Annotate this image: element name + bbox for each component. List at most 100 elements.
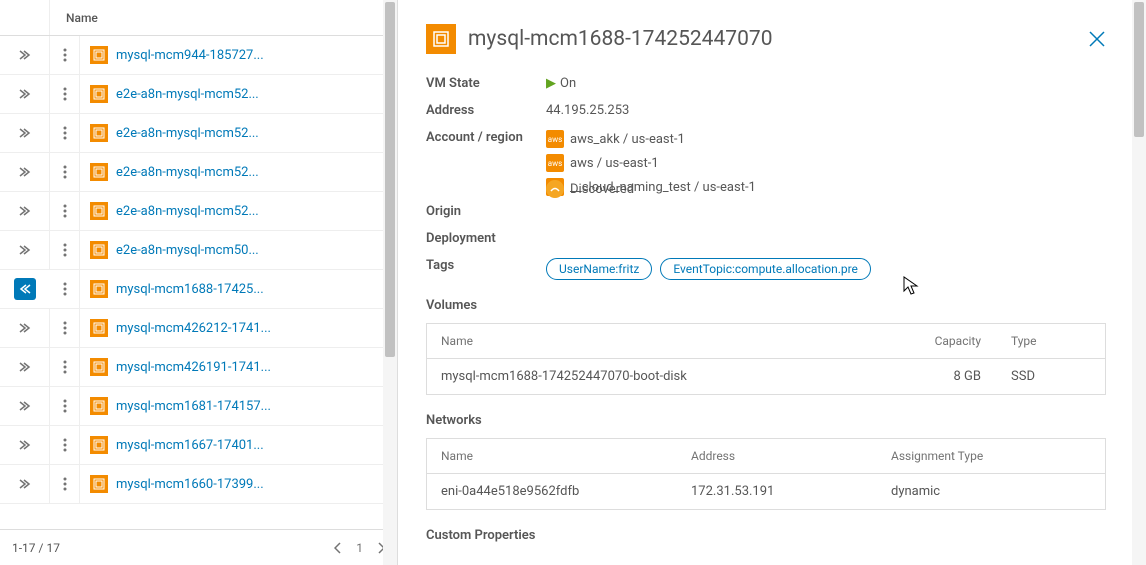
networks-col-name: Name bbox=[441, 449, 691, 463]
table-row[interactable]: e2e-a8n-mysql-mcm50... bbox=[0, 231, 397, 270]
vm-icon bbox=[90, 241, 108, 259]
vm-name-link[interactable]: mysql-mcm944-185727... bbox=[116, 48, 264, 63]
vm-name-link[interactable]: e2e-a8n-mysql-mcm52... bbox=[116, 126, 259, 141]
vm-name-link[interactable]: mysql-mcm1667-17401... bbox=[116, 438, 264, 453]
volumes-table: Name Capacity Type mysql-mcm1688-1742524… bbox=[426, 323, 1106, 395]
actions-menu-icon[interactable] bbox=[50, 231, 80, 269]
origin-value: Discovered bbox=[570, 182, 634, 197]
vm-icon bbox=[426, 24, 456, 54]
tag[interactable]: UserName:fritz bbox=[546, 258, 652, 280]
detail-title: mysql-mcm1688-174252447070 bbox=[468, 27, 773, 51]
vm-icon bbox=[90, 280, 108, 298]
table-row[interactable]: mysql-mcm426212-1741... bbox=[0, 309, 397, 348]
vm-icon bbox=[90, 475, 108, 493]
vm-icon bbox=[90, 358, 108, 376]
table-row[interactable]: e2e-a8n-mysql-mcm52... bbox=[0, 75, 397, 114]
actions-menu-icon[interactable] bbox=[50, 348, 80, 386]
networks-col-address: Address bbox=[691, 449, 891, 463]
vm-name-link[interactable]: mysql-mcm1660-17399... bbox=[116, 477, 264, 492]
vm-state-value: ▶On bbox=[546, 76, 1106, 91]
grid-count: 1-17 / 17 bbox=[12, 541, 60, 555]
pager-page: 1 bbox=[356, 541, 363, 555]
networks-table: Name Address Assignment Type eni-0a44e51… bbox=[426, 438, 1106, 510]
address-value: 44.195.25.253 bbox=[546, 103, 1106, 118]
vm-name-link[interactable]: mysql-mcm426191-1741... bbox=[116, 360, 271, 375]
table-row[interactable]: mysql-mcm1667-17401... bbox=[0, 426, 397, 465]
vm-icon bbox=[90, 124, 108, 142]
table-row[interactable]: mysql-mcm1660-17399... bbox=[0, 465, 397, 504]
expand-icon[interactable] bbox=[0, 153, 50, 191]
aws-icon: aws bbox=[546, 130, 564, 148]
actions-menu-icon[interactable] bbox=[50, 309, 80, 347]
volumes-col-type: Type bbox=[1011, 334, 1091, 348]
actions-menu-icon[interactable] bbox=[50, 387, 80, 425]
deployment-value bbox=[546, 231, 1106, 246]
expand-icon[interactable] bbox=[0, 75, 50, 113]
tags-value: UserName:fritz EventTopic:compute.allocat… bbox=[546, 258, 1106, 280]
left-scrollbar[interactable] bbox=[383, 0, 397, 565]
tags-label: Tags bbox=[426, 258, 546, 280]
actions-menu-icon[interactable] bbox=[50, 465, 80, 503]
tag[interactable]: EventTopic:compute.allocation.pre bbox=[660, 258, 871, 280]
vm-icon bbox=[90, 202, 108, 220]
origin-label: Origin bbox=[426, 204, 546, 219]
collapse-icon[interactable] bbox=[14, 278, 36, 300]
vm-icon bbox=[90, 397, 108, 415]
networks-col-assign: Assignment Type bbox=[891, 449, 1091, 463]
table-row[interactable]: mysql-mcm944-185727... bbox=[0, 36, 397, 75]
volumes-col-capacity: Capacity bbox=[901, 334, 1011, 348]
actions-menu-icon[interactable] bbox=[50, 153, 80, 191]
actions-menu-icon[interactable] bbox=[50, 75, 80, 113]
grid-header: Name bbox=[0, 0, 397, 36]
vm-name-link[interactable]: mysql-mcm1688-17425... bbox=[116, 282, 264, 297]
right-scrollbar[interactable] bbox=[1132, 0, 1146, 565]
actions-menu-icon[interactable] bbox=[50, 114, 80, 152]
vm-icon bbox=[90, 46, 108, 64]
expand-icon[interactable] bbox=[0, 36, 50, 74]
expand-icon[interactable] bbox=[0, 465, 50, 503]
aws-icon: aws bbox=[546, 154, 564, 172]
vm-icon bbox=[90, 85, 108, 103]
custom-properties-title: Custom Properties bbox=[426, 528, 1106, 543]
expand-icon[interactable] bbox=[0, 426, 50, 464]
expand-icon[interactable] bbox=[0, 114, 50, 152]
vm-name-link[interactable]: e2e-a8n-mysql-mcm50... bbox=[116, 243, 259, 258]
vm-name-link[interactable]: e2e-a8n-mysql-mcm52... bbox=[116, 87, 259, 102]
vm-name-link[interactable]: e2e-a8n-mysql-mcm52... bbox=[116, 204, 259, 219]
table-row[interactable]: eni-0a44e518e9562fdfb 172.31.53.191 dyna… bbox=[427, 474, 1105, 509]
column-header-name[interactable]: Name bbox=[50, 11, 98, 25]
vm-icon bbox=[90, 319, 108, 337]
actions-menu-icon[interactable] bbox=[50, 270, 80, 308]
table-row[interactable]: e2e-a8n-mysql-mcm52... bbox=[0, 153, 397, 192]
vm-state-label: VM State bbox=[426, 76, 546, 91]
address-label: Address bbox=[426, 103, 546, 118]
table-row[interactable]: mysql-mcm1688-17425... bbox=[0, 270, 397, 309]
close-icon[interactable] bbox=[1088, 30, 1106, 48]
table-row[interactable]: mysql-mcm426191-1741... bbox=[0, 348, 397, 387]
volumes-title: Volumes bbox=[426, 298, 1106, 313]
expand-icon[interactable] bbox=[0, 387, 50, 425]
table-row[interactable]: mysql-mcm1681-174157... bbox=[0, 387, 397, 426]
vm-list-panel: Name mysql-mcm944-185727... e2e-a8n-mysq… bbox=[0, 0, 398, 565]
detail-panel: mysql-mcm1688-174252447070 VM State ▶On … bbox=[398, 0, 1146, 565]
actions-menu-icon[interactable] bbox=[50, 426, 80, 464]
expand-icon[interactable] bbox=[0, 348, 50, 386]
vm-icon bbox=[90, 436, 108, 454]
vm-name-link[interactable]: e2e-a8n-mysql-mcm52... bbox=[116, 165, 259, 180]
actions-menu-icon[interactable] bbox=[50, 36, 80, 74]
vm-name-link[interactable]: mysql-mcm426212-1741... bbox=[116, 321, 271, 336]
vm-icon bbox=[90, 163, 108, 181]
table-row[interactable]: e2e-a8n-mysql-mcm52... bbox=[0, 114, 397, 153]
pager-prev[interactable] bbox=[334, 542, 342, 554]
table-row[interactable]: e2e-a8n-mysql-mcm52... bbox=[0, 192, 397, 231]
expand-icon[interactable] bbox=[0, 231, 50, 269]
deployment-label: Deployment bbox=[426, 231, 546, 246]
volumes-col-name: Name bbox=[441, 334, 901, 348]
account-label: Account / region bbox=[426, 130, 546, 202]
table-row[interactable]: mysql-mcm1688-174252447070-boot-disk 8 G… bbox=[427, 359, 1105, 394]
expand-icon[interactable] bbox=[0, 309, 50, 347]
networks-title: Networks bbox=[426, 413, 1106, 428]
vm-name-link[interactable]: mysql-mcm1681-174157... bbox=[116, 399, 271, 414]
expand-icon[interactable] bbox=[0, 192, 50, 230]
actions-menu-icon[interactable] bbox=[50, 192, 80, 230]
